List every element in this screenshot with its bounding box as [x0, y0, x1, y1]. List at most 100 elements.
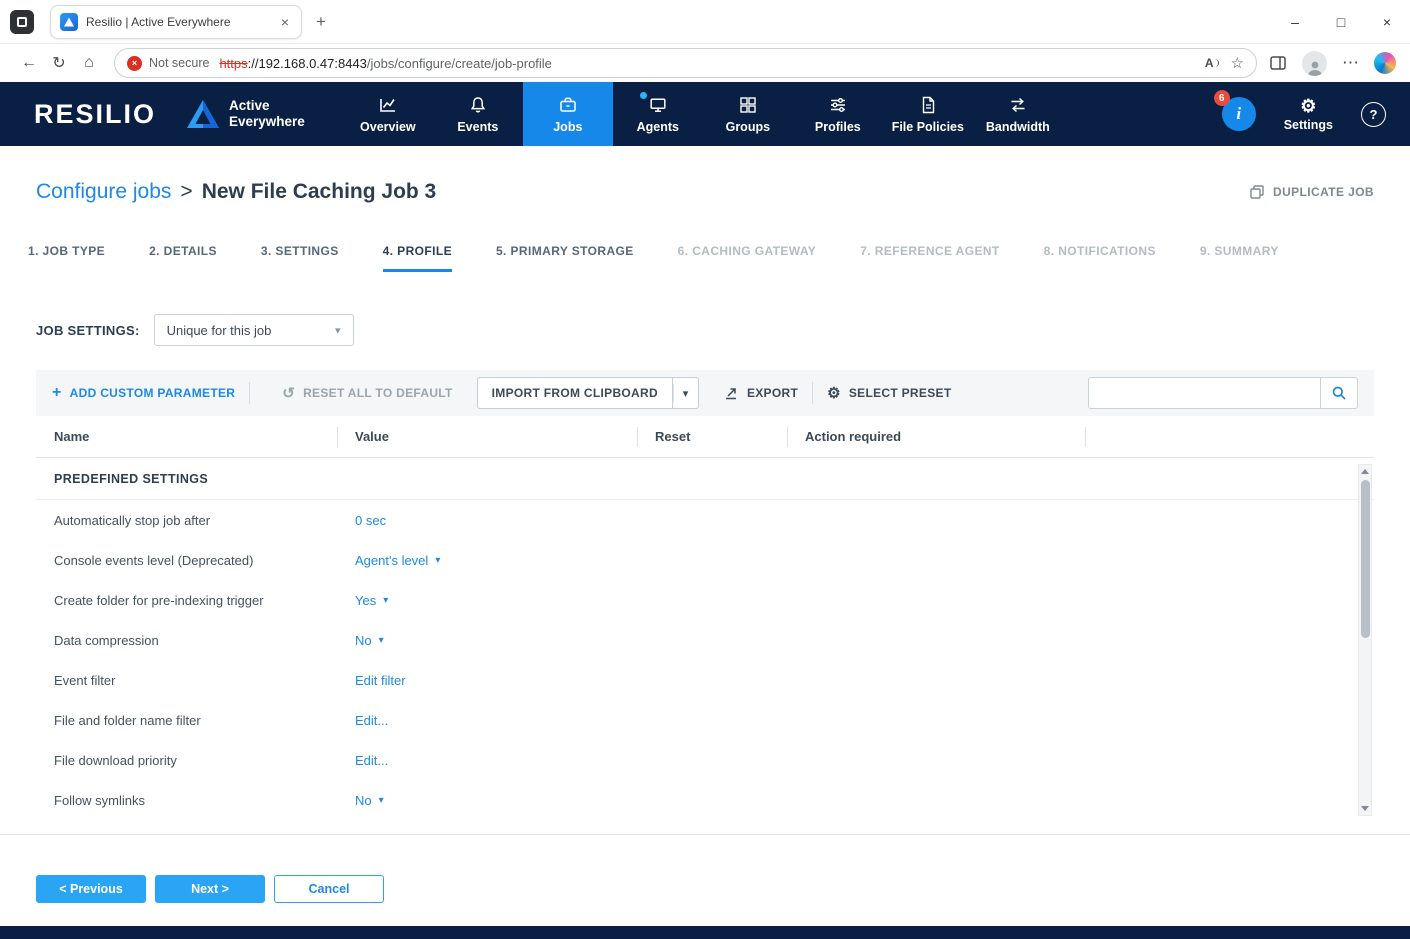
url-scheme: https [219, 56, 247, 71]
notification-count-badge: 6 [1214, 90, 1230, 106]
resilio-favicon-icon [60, 13, 78, 31]
import-dropdown-button[interactable]: ▾ [673, 377, 699, 409]
address-bar[interactable]: × Not secure https://192.168.0.47:8443/j… [114, 48, 1257, 78]
tab-close-icon[interactable]: × [278, 14, 292, 30]
duplicate-job-button[interactable]: DUPLICATE JOB [1249, 184, 1374, 200]
parameter-value-link[interactable]: 0 sec [337, 513, 637, 528]
import-from-clipboard-button[interactable]: IMPORT FROM CLIPBOARD [477, 377, 673, 409]
back-icon[interactable]: ← [14, 54, 44, 72]
step-primary-storage[interactable]: 5. PRIMARY STORAGE [496, 244, 634, 272]
browser-tab[interactable]: Resilio | Active Everywhere × [50, 5, 302, 39]
gear-icon: ⚙ [827, 384, 841, 402]
new-tab-button[interactable]: + [316, 12, 326, 32]
nav-item-jobs[interactable]: Jobs [523, 82, 613, 146]
workspaces-icon[interactable] [10, 10, 34, 34]
help-button[interactable]: ? [1361, 102, 1386, 127]
agents-device-icon [648, 95, 668, 115]
read-aloud-icon[interactable]: A [1205, 56, 1219, 70]
value-text: Agent's level [355, 553, 428, 568]
step-settings[interactable]: 3. SETTINGS [261, 244, 339, 272]
nav-right: i 6 ⚙ Settings ? [1222, 82, 1410, 146]
browser-window: Resilio | Active Everywhere × + – □ × ← … [0, 0, 1410, 939]
job-settings-row: JOB SETTINGS: Unique for this job ▾ [36, 314, 1374, 346]
table-row: File and folder name filter Edit... [36, 700, 1374, 740]
maximize-button[interactable]: □ [1318, 0, 1364, 44]
page-title: New File Caching Job 3 [202, 180, 437, 204]
nav-item-file-policies[interactable]: File Policies [883, 82, 973, 146]
parameter-value-link[interactable]: Edit... [337, 753, 637, 768]
window-controls: – □ × [1272, 0, 1410, 44]
scroll-down-icon[interactable] [1361, 806, 1369, 811]
reset-all-button[interactable]: ↺ RESET ALL TO DEFAULT [282, 384, 452, 402]
parameter-value-dropdown[interactable]: Yes▾ [337, 593, 637, 608]
table-row: Follow symlinks No▾ [36, 780, 1374, 820]
minimize-button[interactable]: – [1272, 0, 1318, 44]
step-details[interactable]: 2. DETAILS [149, 244, 217, 272]
nav-item-bandwidth[interactable]: Bandwidth [973, 82, 1063, 146]
breadcrumb-configure-jobs[interactable]: Configure jobs [36, 180, 171, 204]
window-close-button[interactable]: × [1364, 0, 1410, 44]
select-preset-button[interactable]: ⚙ SELECT PRESET [827, 384, 951, 402]
step-job-type[interactable]: 1. JOB TYPE [28, 244, 105, 272]
step-notifications: 8. NOTIFICATIONS [1044, 244, 1156, 272]
not-secure-icon[interactable]: × [127, 56, 142, 71]
home-icon[interactable]: ⌂ [74, 54, 104, 72]
value-text: Edit filter [355, 673, 406, 688]
table-header: Name Value Reset Action required [36, 416, 1374, 458]
nav-item-events[interactable]: Events [433, 82, 523, 146]
table-row: Console events level (Deprecated) Agent'… [36, 540, 1374, 580]
column-header-name: Name [36, 416, 337, 457]
parameter-search-input[interactable] [1088, 377, 1320, 409]
parameter-name: Event filter [36, 673, 337, 688]
parameter-value-dropdown[interactable]: No▾ [337, 633, 637, 648]
toolbar-divider [812, 382, 813, 404]
next-button[interactable]: Next > [155, 875, 265, 903]
copilot-icon[interactable] [1374, 52, 1396, 74]
address-bar-actions: A ☆ [1205, 54, 1244, 72]
cancel-button[interactable]: Cancel [274, 875, 384, 903]
parameter-name: Console events level (Deprecated) [36, 553, 337, 568]
column-header-value: Value [337, 416, 637, 457]
profile-avatar[interactable] [1302, 51, 1327, 76]
scrollbar-thumb[interactable] [1361, 480, 1370, 638]
nav-item-groups[interactable]: Groups [703, 82, 793, 146]
value-text: Yes [355, 593, 376, 608]
scroll-up-icon[interactable] [1361, 469, 1369, 474]
not-secure-label[interactable]: Not secure [149, 56, 209, 70]
notifications-info-button[interactable]: i 6 [1222, 97, 1256, 131]
side-panel-icon[interactable] [1269, 54, 1287, 72]
nav-item-overview[interactable]: Overview [343, 82, 433, 146]
parameter-value-dropdown[interactable]: No▾ [337, 793, 637, 808]
info-icon: i [1236, 104, 1241, 124]
overview-chart-icon [378, 95, 398, 115]
parameter-value-dropdown[interactable]: Agent's level ▾ [337, 553, 637, 568]
previous-button[interactable]: < Previous [36, 875, 146, 903]
step-profile[interactable]: 4. PROFILE [383, 244, 452, 272]
chevron-down-icon: ▾ [379, 635, 384, 646]
agents-notification-dot [640, 92, 647, 99]
refresh-icon[interactable]: ↻ [44, 53, 74, 73]
nav-item-profiles[interactable]: Profiles [793, 82, 883, 146]
select-preset-label: SELECT PRESET [849, 386, 952, 400]
tab-strip: Resilio | Active Everywhere × + – □ × [0, 0, 1410, 44]
parameter-value-link[interactable]: Edit... [337, 713, 637, 728]
add-custom-parameter-button[interactable]: + ADD CUSTOM PARAMETER [52, 384, 235, 402]
more-menu-icon[interactable]: ⋯ [1342, 53, 1359, 73]
export-button[interactable]: EXPORT [723, 385, 798, 401]
search-button[interactable] [1320, 377, 1358, 409]
job-settings-select[interactable]: Unique for this job ▾ [154, 314, 354, 346]
job-settings-label: JOB SETTINGS: [36, 323, 140, 338]
chevron-down-icon: ▾ [435, 555, 440, 566]
nav-item-settings[interactable]: ⚙ Settings [1284, 97, 1333, 132]
favorite-star-icon[interactable]: ☆ [1231, 54, 1244, 72]
parameter-name: Follow symlinks [36, 793, 337, 808]
nav-item-agents[interactable]: Agents [613, 82, 703, 146]
vertical-scrollbar[interactable] [1358, 464, 1372, 816]
active-everywhere-logo-icon [186, 99, 220, 129]
nav-item-label: File Policies [892, 120, 964, 134]
undo-icon: ↺ [282, 384, 295, 402]
chevron-down-icon: ▾ [683, 387, 689, 400]
url-text[interactable]: https://192.168.0.47:8443/jobs/configure… [219, 56, 551, 71]
nav-item-label: Bandwidth [986, 120, 1050, 134]
parameter-value-link[interactable]: Edit filter [337, 673, 637, 688]
